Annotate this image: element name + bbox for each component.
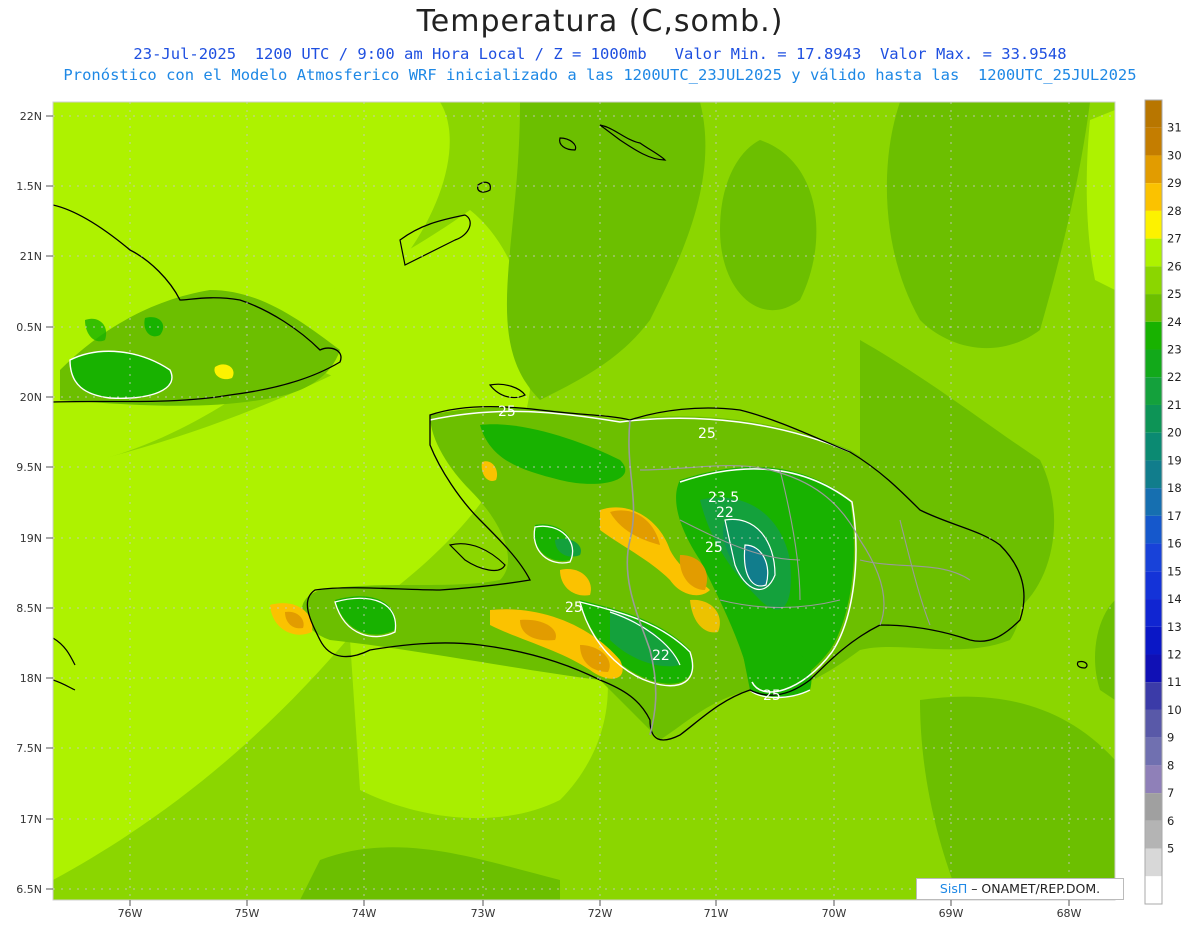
colorbar-swatch bbox=[1145, 321, 1162, 350]
lat-tick-label: 17N bbox=[20, 813, 42, 826]
colorbar-swatch bbox=[1145, 210, 1162, 239]
colorbar-level-label: 14 bbox=[1167, 592, 1182, 606]
colorbar-level-label: 23 bbox=[1167, 343, 1182, 357]
colorbar-swatch bbox=[1145, 737, 1162, 766]
colorbar-swatch bbox=[1145, 488, 1162, 516]
lon-tick-label: 74W bbox=[352, 907, 377, 920]
sistema-logo: SisΠ bbox=[939, 881, 968, 896]
lat-tick-label: 19N bbox=[20, 532, 42, 545]
contour-label: 25 bbox=[498, 404, 516, 420]
colorbar-level-label: 15 bbox=[1167, 564, 1182, 578]
colorbar-level-label: 18 bbox=[1167, 481, 1182, 495]
colorbar-swatch bbox=[1145, 266, 1162, 295]
lat-tick-label: 8.5N bbox=[16, 602, 42, 615]
contour-label: 25 bbox=[565, 600, 583, 616]
colorbar-level-label: 6 bbox=[1167, 814, 1174, 828]
contour-label: 22 bbox=[716, 505, 734, 521]
colorbar-level-label: 11 bbox=[1167, 675, 1182, 689]
colorbar-level-label: 25 bbox=[1167, 287, 1182, 301]
colorbar-swatch bbox=[1145, 100, 1162, 128]
colorbar-swatch bbox=[1145, 238, 1162, 267]
contour-label: 25 bbox=[698, 426, 716, 442]
colorbar: 31 30 29 28 27 26 25 24 23 22 21 20 19 18 17 16 15 14 13 12… bbox=[1144, 99, 1182, 905]
colorbar-level-label: 22 bbox=[1167, 370, 1182, 384]
contour-label: 23.5 bbox=[708, 490, 739, 506]
colorbar-swatch bbox=[1145, 709, 1162, 738]
colorbar-swatch bbox=[1145, 349, 1162, 378]
lon-tick-label: 76W bbox=[118, 907, 143, 920]
lon-tick-label: 75W bbox=[235, 907, 260, 920]
colorbar-level-label: 29 bbox=[1167, 176, 1182, 190]
contour-label: 25 bbox=[763, 688, 781, 704]
colorbar-level-label: 12 bbox=[1167, 647, 1182, 661]
colorbar-swatch bbox=[1145, 294, 1162, 322]
latitude-axis: 22N 1.5N 21N 0.5N 20N 9.5N 19N 8.5N 18N … bbox=[16, 110, 53, 896]
credit-box: SisΠ – ONAMET/REP.DOM. bbox=[916, 878, 1124, 900]
colorbar-level-label: 10 bbox=[1167, 703, 1182, 717]
colorbar-level-label: 13 bbox=[1167, 620, 1182, 634]
colorbar-swatch bbox=[1145, 183, 1162, 211]
colorbar-level-label: 5 bbox=[1167, 842, 1174, 856]
longitude-axis: 76W 75W 74W 73W 72W 71W 70W 69W 68W bbox=[118, 900, 1082, 920]
colorbar-level-label: 16 bbox=[1167, 537, 1182, 551]
colorbar-swatch bbox=[1145, 820, 1162, 849]
lat-tick-label: 18N bbox=[20, 672, 42, 685]
lat-tick-label: 21N bbox=[20, 250, 42, 263]
temperature-field: 25 25 23.5 22 25 25 22 25 bbox=[53, 102, 1115, 900]
lon-tick-label: 68W bbox=[1057, 907, 1082, 920]
lat-tick-label: 20N bbox=[20, 391, 42, 404]
colorbar-swatch bbox=[1145, 432, 1162, 461]
colorbar-level-label: 19 bbox=[1167, 453, 1182, 467]
contour-label: 25 bbox=[705, 540, 723, 556]
colorbar-swatch bbox=[1145, 571, 1162, 600]
lon-tick-label: 70W bbox=[822, 907, 847, 920]
lon-tick-label: 69W bbox=[939, 907, 964, 920]
colorbar-swatch bbox=[1145, 377, 1162, 405]
colorbar-swatch bbox=[1145, 127, 1162, 156]
colorbar-level-label: 7 bbox=[1167, 786, 1174, 800]
colorbar-level-label: 17 bbox=[1167, 509, 1182, 523]
lat-tick-label: 1.5N bbox=[16, 180, 42, 193]
lat-tick-label: 9.5N bbox=[16, 461, 42, 474]
colorbar-swatch bbox=[1145, 848, 1162, 877]
colorbar-swatch bbox=[1145, 876, 1162, 904]
colorbar-swatch bbox=[1145, 515, 1162, 544]
colorbar-level-label: 28 bbox=[1167, 204, 1182, 218]
colorbar-level-label: 21 bbox=[1167, 398, 1182, 412]
colorbar-level-label: 20 bbox=[1167, 426, 1182, 440]
colorbar-swatch bbox=[1145, 599, 1162, 627]
colorbar-swatch bbox=[1145, 654, 1162, 683]
lon-tick-label: 73W bbox=[471, 907, 496, 920]
colorbar-swatch bbox=[1145, 460, 1162, 489]
temperature-map: 25 25 23.5 22 25 25 22 25 22N 1.5N 21N 0… bbox=[16, 99, 1182, 920]
lat-tick-label: 22N bbox=[20, 110, 42, 123]
lon-tick-label: 71W bbox=[704, 907, 729, 920]
lat-tick-label: 6.5N bbox=[16, 883, 42, 896]
lon-tick-label: 72W bbox=[588, 907, 613, 920]
colorbar-swatch bbox=[1145, 543, 1162, 572]
colorbar-swatch bbox=[1145, 682, 1162, 710]
colorbar-level-label: 27 bbox=[1167, 232, 1182, 246]
contour-label: 22 bbox=[652, 648, 670, 664]
colorbar-swatch bbox=[1145, 626, 1162, 655]
lat-tick-label: 0.5N bbox=[16, 321, 42, 334]
colorbar-swatch bbox=[1145, 765, 1162, 794]
colorbar-swatch bbox=[1145, 793, 1162, 821]
colorbar-level-label: 30 bbox=[1167, 148, 1182, 162]
lat-tick-label: 7.5N bbox=[16, 742, 42, 755]
colorbar-level-label: 26 bbox=[1167, 259, 1182, 273]
colorbar-swatch bbox=[1145, 404, 1162, 433]
colorbar-level-label: 31 bbox=[1167, 121, 1182, 135]
colorbar-swatch bbox=[1145, 155, 1162, 184]
credit-org: – ONAMET/REP.DOM. bbox=[967, 881, 1101, 896]
colorbar-level-label: 9 bbox=[1167, 731, 1174, 745]
colorbar-level-label: 24 bbox=[1167, 315, 1182, 329]
colorbar-level-label: 8 bbox=[1167, 758, 1174, 772]
